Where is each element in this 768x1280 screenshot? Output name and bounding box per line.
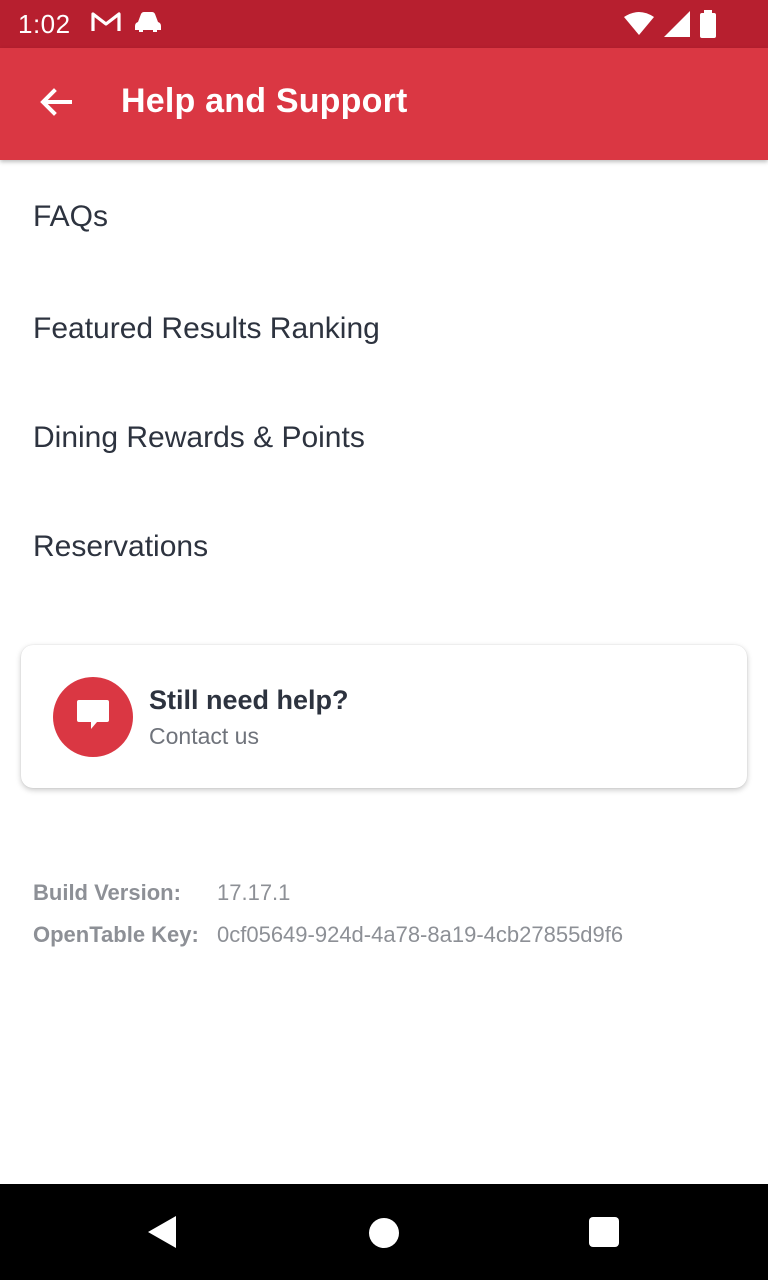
menu-item-label: Dining Rewards & Points [33,420,365,454]
app-bar: Help and Support [0,48,768,160]
battery-icon [700,10,716,43]
contact-us-card[interactable]: Still need help? Contact us [21,645,747,788]
chat-bubble-icon [75,698,111,737]
opentable-key-row: OpenTable Key: 0cf05649-924d-4a78-8a19-4… [33,914,623,956]
menu-item-featured-results-ranking[interactable]: Featured Results Ranking [0,274,768,383]
opentable-key-value: 0cf05649-924d-4a78-8a19-4cb27855d9f6 [217,922,624,947]
back-button[interactable] [28,76,84,132]
gmail-icon [91,11,121,38]
help-card-title: Still need help? [149,685,349,715]
arrow-back-icon [38,84,74,125]
status-icons-right [624,10,716,43]
opentable-key-label: OpenTable Key: [33,922,199,947]
menu-item-label: Reservations [33,529,209,563]
build-version-label: Build Version: [33,880,181,905]
build-info: Build Version: 17.17.1 OpenTable Key: 0c… [33,872,623,956]
menu-item-reservations[interactable]: Reservations [0,492,768,601]
menu-item-dining-rewards[interactable]: Dining Rewards & Points [0,383,768,492]
menu-item-label: Featured Results Ranking [33,311,380,345]
nav-back-icon[interactable] [146,1214,178,1255]
chat-icon-circle [53,677,133,757]
status-time: 1:02 [18,8,71,39]
cell-signal-icon [664,11,690,42]
help-card-subtitle: Contact us [149,723,259,749]
car-notification-icon [133,10,163,39]
help-menu-list: FAQs Featured Results Ranking Dining Rew… [0,160,768,601]
nav-home-icon[interactable] [369,1218,399,1248]
nav-recents-icon[interactable] [589,1217,619,1247]
status-bar: 1:02 [0,0,768,48]
wifi-icon [624,12,654,41]
menu-item-faqs[interactable]: FAQs [0,160,768,274]
status-icons-left [91,10,163,39]
page-title: Help and Support [121,82,408,120]
menu-item-label: FAQs [33,200,109,233]
build-version-row: Build Version: 17.17.1 [33,872,623,914]
build-version-value: 17.17.1 [217,880,291,905]
